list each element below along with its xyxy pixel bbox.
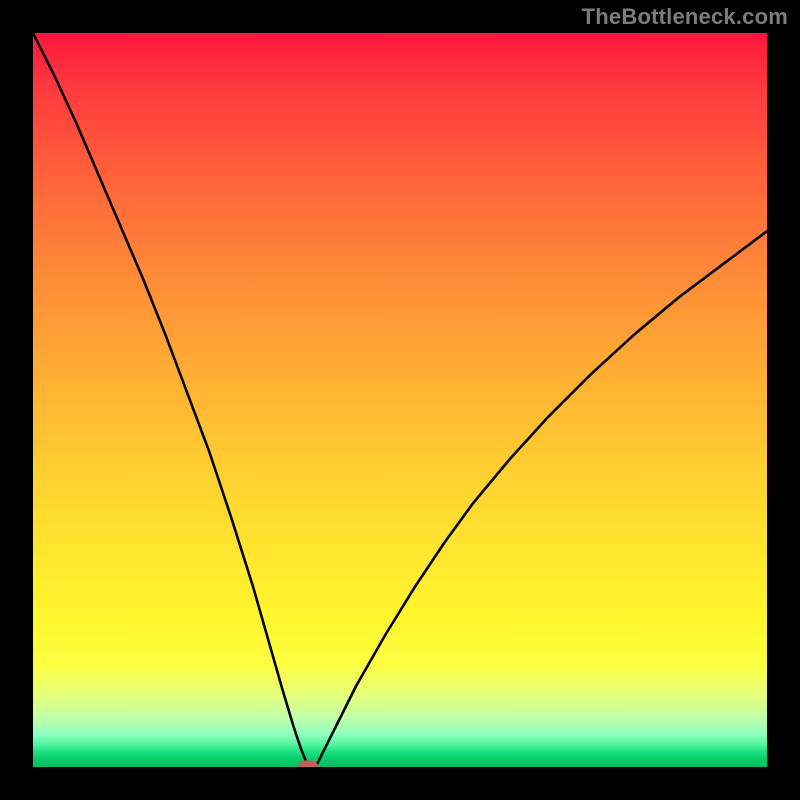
bottleneck-curve [33,33,767,767]
chart-plot-area [33,33,767,767]
watermark-text: TheBottleneck.com [582,4,788,30]
chart-frame: TheBottleneck.com [0,0,800,800]
optimum-marker-icon [298,760,318,767]
